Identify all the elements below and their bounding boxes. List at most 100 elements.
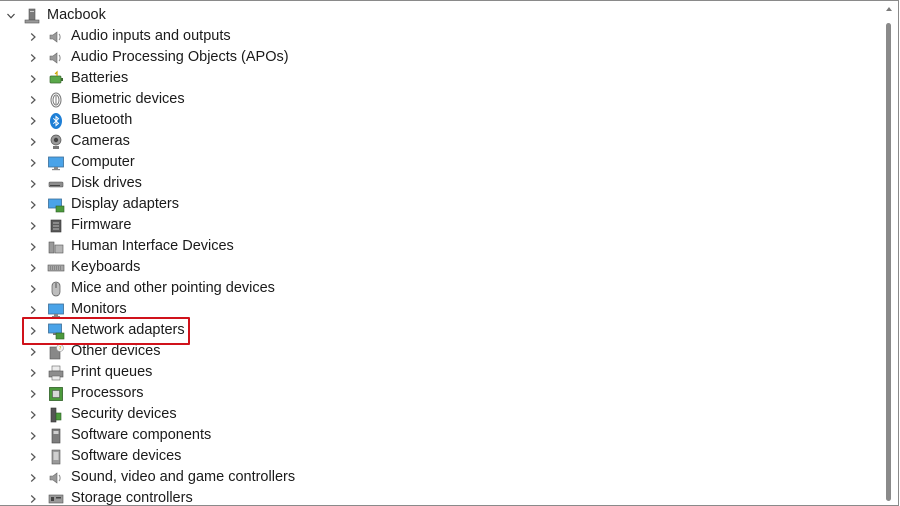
- tree-item-label: Disk drives: [71, 175, 142, 191]
- tree-item-biometric-devices[interactable]: Biometric devices: [0, 89, 880, 110]
- network-icon: [47, 322, 65, 340]
- tree-item-firmware[interactable]: Firmware: [0, 215, 880, 236]
- bluetooth-icon: [47, 112, 65, 130]
- chevron-right-icon[interactable]: [27, 220, 39, 232]
- monitor-icon: [47, 154, 65, 172]
- software-component-icon: [47, 427, 65, 445]
- device-tree: Macbook Audio inputs and outputs Audio Pr…: [0, 5, 880, 506]
- vertical-scrollbar[interactable]: [884, 1, 894, 505]
- tree-item-monitors[interactable]: Monitors: [0, 299, 880, 320]
- chevron-down-icon[interactable]: [5, 10, 17, 22]
- tree-item-label: Print queues: [71, 364, 153, 380]
- processor-icon: [47, 385, 65, 403]
- tree-item-keyboards[interactable]: Keyboards: [0, 257, 880, 278]
- chevron-right-icon[interactable]: [27, 94, 39, 106]
- chevron-right-icon[interactable]: [27, 241, 39, 253]
- chevron-right-icon[interactable]: [27, 31, 39, 43]
- tree-root-macbook[interactable]: Macbook: [0, 5, 880, 26]
- tree-item-processors[interactable]: Processors: [0, 383, 880, 404]
- computer-tower-icon: [23, 7, 41, 25]
- battery-icon: [47, 70, 65, 88]
- speaker-icon: [47, 469, 65, 487]
- tree-item-audio-processing-objects-apos[interactable]: Audio Processing Objects (APOs): [0, 47, 880, 68]
- chevron-right-icon[interactable]: [27, 493, 39, 505]
- chevron-right-icon[interactable]: [27, 178, 39, 190]
- device-manager-tree-panel: Macbook Audio inputs and outputs Audio Pr…: [0, 0, 899, 506]
- chip-icon: [47, 217, 65, 235]
- chevron-right-icon[interactable]: [27, 157, 39, 169]
- disk-drive-icon: [47, 175, 65, 193]
- tree-item-label: Biometric devices: [71, 91, 185, 107]
- tree-item-label: Audio Processing Objects (APOs): [71, 49, 289, 65]
- hid-icon: [47, 238, 65, 256]
- tree-item-human-interface-devices[interactable]: Human Interface Devices: [0, 236, 880, 257]
- chevron-right-icon[interactable]: [27, 409, 39, 421]
- tree-item-bluetooth[interactable]: Bluetooth: [0, 110, 880, 131]
- tree-item-label: Sound, video and game controllers: [71, 469, 296, 485]
- monitor-icon: [47, 301, 65, 319]
- tree-item-label: Firmware: [71, 217, 132, 233]
- tree-item-label: Software devices: [71, 448, 182, 464]
- tree-item-print-queues[interactable]: Print queues: [0, 362, 880, 383]
- chevron-right-icon[interactable]: [27, 367, 39, 379]
- chevron-right-icon[interactable]: [27, 73, 39, 85]
- chevron-right-icon[interactable]: [27, 52, 39, 64]
- tree-item-display-adapters[interactable]: Display adapters: [0, 194, 880, 215]
- tree-item-security-devices[interactable]: Security devices: [0, 404, 880, 425]
- chevron-right-icon[interactable]: [27, 136, 39, 148]
- chevron-right-icon[interactable]: [27, 283, 39, 295]
- chevron-right-icon[interactable]: [27, 262, 39, 274]
- svg-text:?: ?: [59, 346, 62, 352]
- keyboard-icon: [47, 259, 65, 277]
- tree-item-label: Batteries: [71, 70, 129, 86]
- tree-item-batteries[interactable]: Batteries: [0, 68, 880, 89]
- tree-item-label: Other devices: [71, 343, 161, 359]
- tree-item-label: Bluetooth: [71, 112, 133, 128]
- speaker-icon: [47, 49, 65, 67]
- tree-item-software-components[interactable]: Software components: [0, 425, 880, 446]
- chevron-right-icon[interactable]: [27, 304, 39, 316]
- tree-item-label: Audio inputs and outputs: [71, 28, 231, 44]
- tree-item-storage-controllers[interactable]: Storage controllers: [0, 488, 880, 506]
- tree-item-sound-video-and-game-controllers[interactable]: Sound, video and game controllers: [0, 467, 880, 488]
- tree-item-label: Monitors: [71, 301, 127, 317]
- tree-item-mice-and-other-pointing-devices[interactable]: Mice and other pointing devices: [0, 278, 880, 299]
- chevron-right-icon[interactable]: [27, 346, 39, 358]
- tree-item-label: Computer: [71, 154, 135, 170]
- tree-item-label: Mice and other pointing devices: [71, 280, 275, 296]
- scroll-up-arrow-icon[interactable]: [885, 5, 893, 13]
- tree-item-software-devices[interactable]: Software devices: [0, 446, 880, 467]
- tree-item-cameras[interactable]: Cameras: [0, 131, 880, 152]
- unknown-device-icon: ?: [47, 343, 65, 361]
- tree-item-label: Display adapters: [71, 196, 179, 212]
- tree-item-network-adapters[interactable]: Network adapters: [0, 320, 880, 341]
- display-adapter-icon: [47, 196, 65, 214]
- tree-item-label: Processors: [71, 385, 144, 401]
- mouse-icon: [47, 280, 65, 298]
- tree-item-label: Network adapters: [71, 322, 185, 338]
- chevron-right-icon[interactable]: [27, 430, 39, 442]
- tree-item-label: Software components: [71, 427, 212, 443]
- tree-item-label: Cameras: [71, 133, 130, 149]
- tree-item-disk-drives[interactable]: Disk drives: [0, 173, 880, 194]
- tree-item-label: Security devices: [71, 406, 177, 422]
- tree-item-other-devices[interactable]: ? Other devices: [0, 341, 880, 362]
- scrollbar-thumb[interactable]: [886, 23, 891, 501]
- tree-item-label: Keyboards: [71, 259, 141, 275]
- chevron-right-icon[interactable]: [27, 388, 39, 400]
- storage-controller-icon: [47, 490, 65, 506]
- tree-item-label: Storage controllers: [71, 490, 193, 506]
- tree-item-label: Human Interface Devices: [71, 238, 234, 254]
- chevron-right-icon[interactable]: [27, 325, 39, 337]
- chevron-right-icon[interactable]: [27, 451, 39, 463]
- tree-item-computer[interactable]: Computer: [0, 152, 880, 173]
- tree-item-audio-inputs-and-outputs[interactable]: Audio inputs and outputs: [0, 26, 880, 47]
- fingerprint-icon: [47, 91, 65, 109]
- chevron-right-icon[interactable]: [27, 472, 39, 484]
- security-device-icon: [47, 406, 65, 424]
- chevron-right-icon[interactable]: [27, 199, 39, 211]
- tree-root-label: Macbook: [47, 7, 106, 23]
- software-device-icon: [47, 448, 65, 466]
- chevron-right-icon[interactable]: [27, 115, 39, 127]
- printer-icon: [47, 364, 65, 382]
